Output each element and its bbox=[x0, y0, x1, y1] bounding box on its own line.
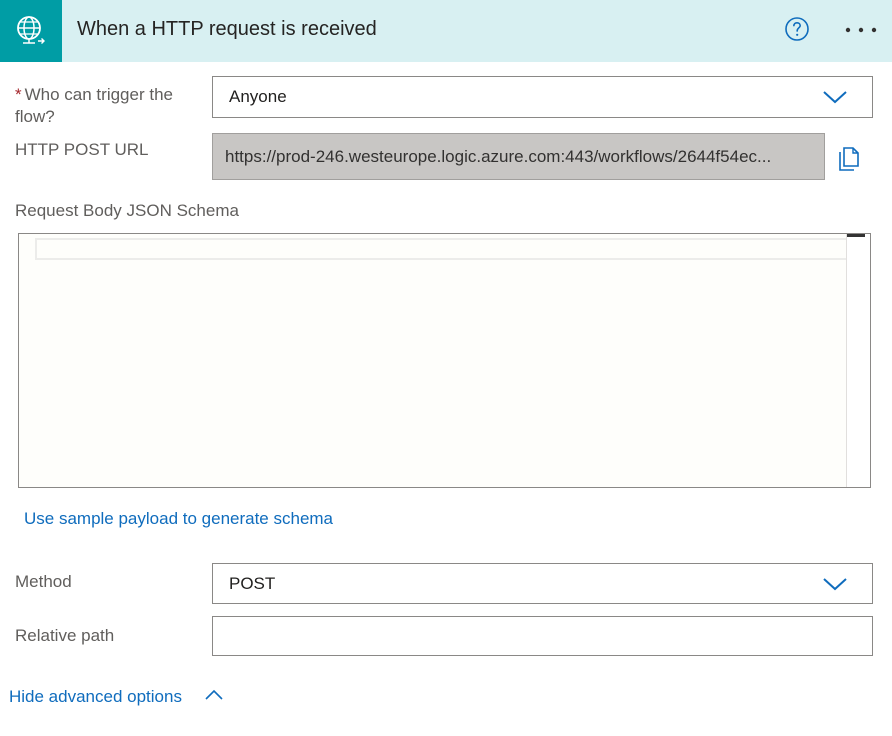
schema-editor-scroll-thumb[interactable] bbox=[847, 234, 865, 237]
more-ellipsis-icon[interactable] bbox=[844, 26, 878, 34]
card-title: When a HTTP request is received bbox=[77, 18, 377, 40]
relative-path-label: Relative path bbox=[15, 626, 115, 645]
method-value: POST bbox=[229, 573, 276, 593]
trigger-card: When a HTTP request is received * Who can… bbox=[0, 0, 892, 736]
copy-icon[interactable] bbox=[836, 144, 862, 172]
schema-editor-scrollbar[interactable] bbox=[846, 234, 870, 487]
http-post-url-field[interactable]: https://prod-246.westeurope.logic.azure.… bbox=[212, 133, 825, 180]
who-can-trigger-value: Anyone bbox=[229, 87, 287, 106]
http-post-url-label: HTTP POST URL bbox=[15, 140, 149, 159]
chevron-down-icon bbox=[823, 91, 847, 104]
method-dropdown[interactable]: POST bbox=[212, 563, 873, 604]
chevron-up-icon[interactable] bbox=[204, 688, 224, 702]
chevron-down-icon bbox=[823, 577, 847, 590]
request-body-schema-editor[interactable] bbox=[18, 233, 871, 488]
card-header[interactable]: When a HTTP request is received bbox=[0, 0, 892, 62]
globe-request-icon bbox=[17, 16, 45, 44]
who-can-trigger-label-line1: Who can trigger the bbox=[24, 85, 173, 104]
who-can-trigger-label: * Who can trigger the flow? bbox=[15, 84, 173, 128]
method-label: Method bbox=[15, 572, 72, 591]
http-post-url-value: https://prod-246.westeurope.logic.azure.… bbox=[225, 146, 772, 166]
who-can-trigger-dropdown[interactable]: Anyone bbox=[212, 76, 873, 118]
relative-path-input[interactable] bbox=[212, 616, 873, 656]
help-circle-icon[interactable] bbox=[784, 16, 810, 42]
trigger-icon-box bbox=[0, 0, 62, 62]
request-body-schema-label: Request Body JSON Schema bbox=[15, 201, 239, 220]
use-sample-payload-link[interactable]: Use sample payload to generate schema bbox=[24, 509, 333, 529]
required-mark: * bbox=[15, 85, 22, 104]
who-can-trigger-label-line2: flow? bbox=[15, 107, 55, 126]
hide-advanced-options-link[interactable]: Hide advanced options bbox=[9, 687, 182, 707]
schema-editor-current-line bbox=[35, 238, 867, 260]
